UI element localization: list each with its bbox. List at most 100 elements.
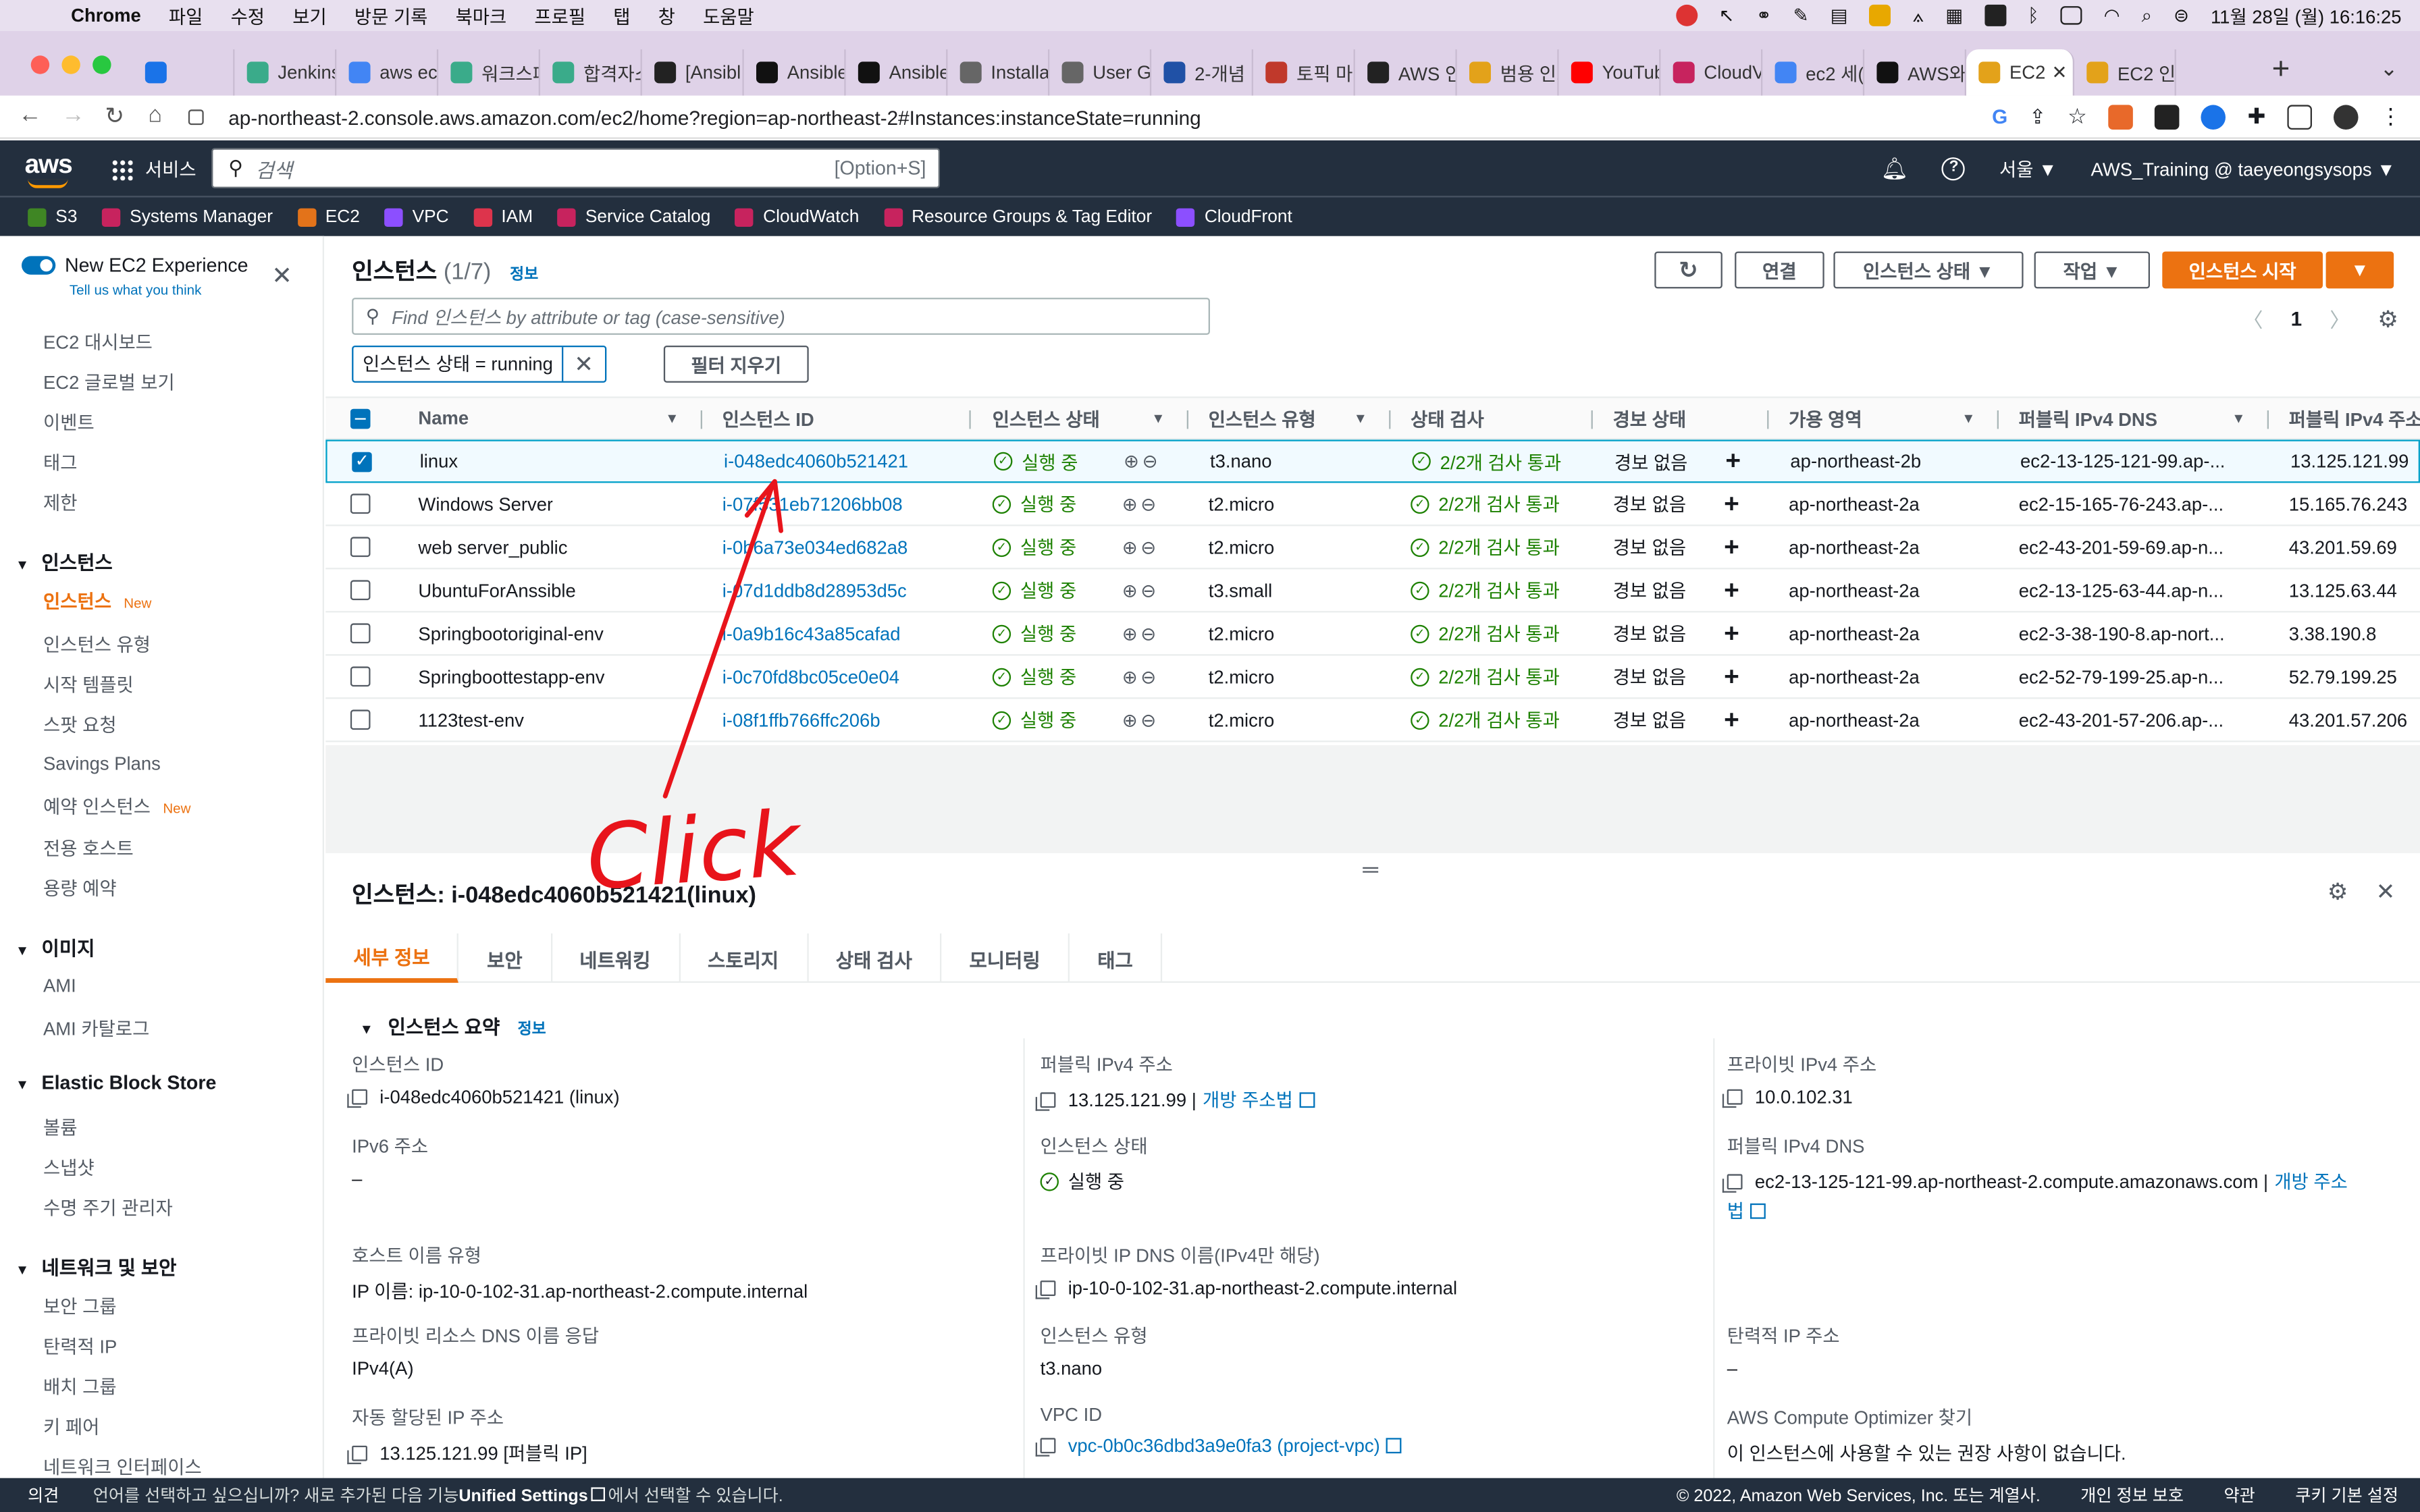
zoom-in-icon[interactable]: ⊕ [1122,579,1141,601]
extension-tampermonkey-icon[interactable] [2155,104,2180,129]
info-link[interactable]: 정보 [510,267,538,284]
browser-tab[interactable]: EC2 인 [2074,49,2176,96]
bell-icon[interactable]: 🔔︎ [1881,156,1909,182]
column-divider[interactable] [1591,410,1593,429]
menu-help[interactable]: 도움말 [703,2,754,28]
preferences-gear-icon[interactable]: ⚙ [2377,304,2398,333]
copy-icon[interactable] [347,1444,367,1464]
zoom-out-icon[interactable]: ⊖ [1140,536,1159,558]
table-row[interactable]: Springboottestapp-env i-0c70fd8bc05ce0e04… [325,655,2420,699]
zoom-window-button[interactable] [93,55,111,74]
zoom-out-icon[interactable]: ⊖ [1140,493,1159,514]
copy-icon[interactable] [1035,1091,1056,1110]
services-button[interactable]: 서비스 [111,156,196,182]
select-all-checkbox[interactable] [350,398,371,438]
sidebar-section-instances[interactable]: ▼ 인스턴스 [16,546,113,575]
row-checkbox[interactable] [350,569,371,611]
browser-tab[interactable]: 범용 인스 [1457,49,1559,96]
vpc-link[interactable]: vpc-0b0c36dbd3a9e0fa3 (project-vpc) [1068,1435,1380,1457]
add-alarm-icon[interactable]: + [1724,569,1739,611]
profile-avatar[interactable] [2334,104,2359,129]
sidebar-item-lifecycle-manager[interactable]: 수명 주기 관리자 [43,1194,173,1220]
col-instance-id[interactable]: 인스턴스 ID [722,398,814,438]
close-icon[interactable]: ✕ [2376,878,2396,906]
sidepanel-icon[interactable] [2287,104,2313,129]
actions-button[interactable]: 작업 ▼ [2034,251,2151,289]
detail-tab[interactable]: 네트워킹 [552,933,680,983]
sidebar-item-placement-groups[interactable]: 배치 그룹 [43,1373,117,1399]
zoom-out-icon[interactable]: ⊖ [1142,450,1161,472]
grid-icon[interactable]: ▦ [1945,5,1963,26]
zoom-in-icon[interactable]: ⊕ [1122,622,1141,644]
copy-icon[interactable] [347,1089,367,1108]
col-public-ip[interactable]: 퍼블릭 IPv4 주소 [2289,398,2420,438]
sidebar-item-key-pairs[interactable]: 키 페어 [43,1413,99,1440]
wifi-icon[interactable]: ◠ [2104,5,2120,26]
sidebar-item-savings-plans[interactable]: Savings Plans [43,753,161,774]
zoom-icons[interactable]: ⊕ ⊖ [1122,699,1159,740]
app-icon[interactable] [1869,4,1891,26]
sidebar-item-ami[interactable]: AMI [43,975,76,997]
zoom-icons[interactable]: ⊕ ⊖ [1122,655,1159,697]
launch-dropdown-button[interactable]: ▼ [2325,251,2394,289]
sidebar-item-ami-catalog[interactable]: AMI 카탈로그 [43,1015,149,1042]
menu-tab[interactable]: 탭 [613,2,630,28]
filter-token-label[interactable]: 인스턴스 상태 = running [353,347,564,381]
copy-icon[interactable] [1722,1173,1743,1192]
sidebar-item-snapshots[interactable]: 스냅샷 [43,1154,95,1181]
cell-id[interactable]: i-0a9b16c43a85cafad [722,612,901,654]
sidebar-item-limits[interactable]: 제한 [43,489,78,516]
menubar-datetime[interactable]: 11월 28일 (월) 16:16:25 [2211,2,2402,28]
column-divider[interactable] [2267,410,2269,429]
sort-caret-icon[interactable]: ▼ [1962,410,1975,426]
calendar-icon[interactable]: ▤ [1831,5,1848,26]
back-button[interactable]: ← [18,102,41,128]
sidebar-item-tags[interactable]: 태그 [43,449,78,475]
detail-tab[interactable]: 보안 [459,933,552,983]
external-link-icon[interactable] [1386,1438,1402,1454]
add-alarm-icon[interactable]: + [1724,699,1739,740]
cell-id[interactable]: i-07d1ddb8d28953d5c [722,569,907,611]
extension-ex-icon[interactable] [2108,104,2134,129]
sort-caret-icon[interactable]: ▼ [2232,410,2245,426]
sort-caret-icon[interactable]: ▼ [1354,410,1367,426]
favorite-service[interactable]: Service Catalog [557,207,710,226]
clear-filters-button[interactable]: 필터 지우기 [663,346,809,383]
notification-badge-icon[interactable] [1675,4,1698,26]
menu-chrome[interactable]: Chrome [71,5,141,26]
help-icon[interactable]: ? [1942,157,1966,181]
sidebar-item-spot-requests[interactable]: 스팟 요청 [43,711,117,738]
browser-tab[interactable]: Jenkins [234,49,337,96]
sort-caret-icon[interactable]: ▼ [665,410,679,426]
share-icon[interactable]: ⇪ [2029,104,2046,129]
info-link[interactable]: 정보 [518,1021,546,1038]
favorite-service[interactable]: Resource Groups & Tag Editor [883,207,1152,226]
instance-state-button[interactable]: 인스턴스 상태 ▼ [1833,251,2024,289]
split-panel-handle[interactable]: ═ [1363,857,1378,882]
tree-icon[interactable]: ⟑ [1913,4,1924,27]
col-name[interactable]: Name [418,398,469,438]
forward-button[interactable]: → [61,102,84,128]
favorite-service[interactable]: EC2 [297,207,360,226]
sidebar-item-events[interactable]: 이벤트 [43,409,95,435]
cell-id[interactable]: i-0b6a73e034ed682a8 [722,526,908,568]
add-alarm-icon[interactable]: + [1724,655,1739,697]
sidebar-item-global-view[interactable]: EC2 글로벌 보기 [43,369,175,395]
feedback-button[interactable]: 의견 [28,1483,59,1508]
page-number[interactable]: 1 [2291,307,2303,330]
col-az[interactable]: 가용 영역 [1789,398,1862,438]
row-checkbox[interactable] [350,655,371,697]
battery-icon[interactable] [2060,6,2082,25]
browser-tab[interactable]: aws ec [336,49,439,96]
refresh-button[interactable]: ↻ [1654,251,1722,289]
zoom-icons[interactable]: ⊕ ⊖ [1122,569,1159,611]
zoom-in-icon[interactable]: ⊕ [1122,709,1141,730]
column-divider[interactable] [700,410,702,429]
reload-button[interactable]: ↻ [105,102,124,130]
favorite-service[interactable]: CloudFront [1176,207,1292,226]
column-divider[interactable] [1997,410,1999,429]
zoom-out-icon[interactable]: ⊖ [1140,666,1159,687]
zoom-icons[interactable]: ⊕ ⊖ [1122,483,1159,524]
lock-icon[interactable] [188,109,204,126]
external-link-icon[interactable] [1750,1202,1766,1218]
